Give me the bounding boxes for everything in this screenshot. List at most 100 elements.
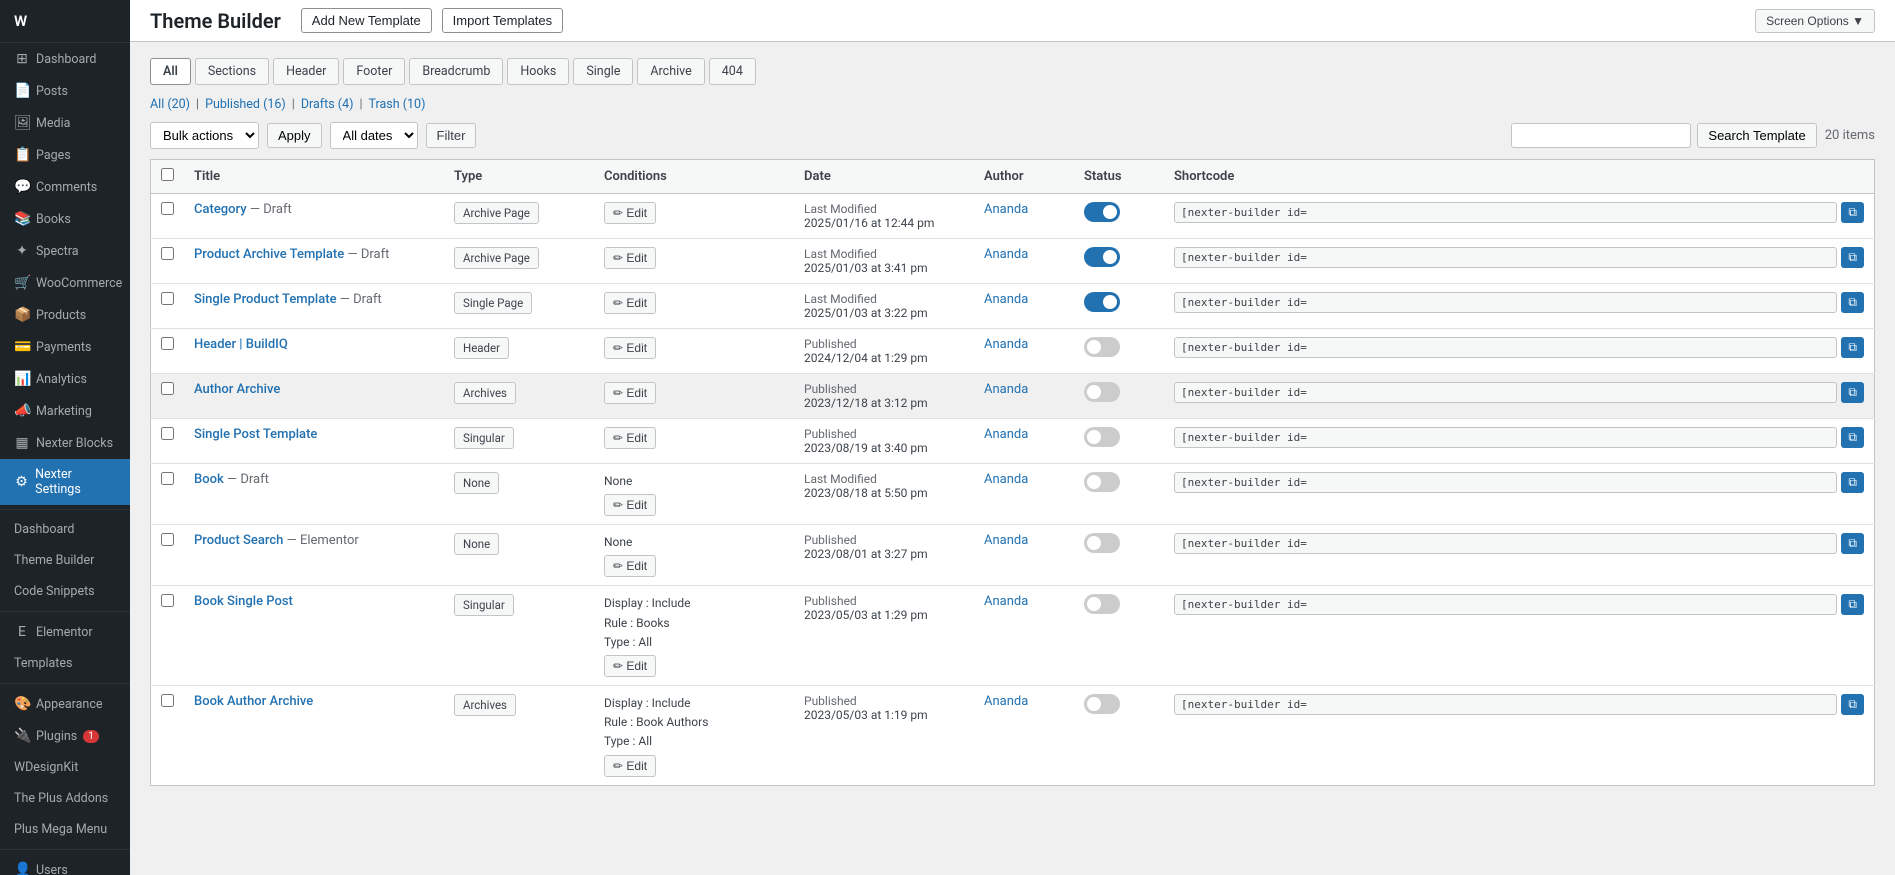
bulk-actions-select[interactable]: Bulk actions xyxy=(150,122,259,149)
author-link[interactable]: Ananda xyxy=(984,202,1028,217)
author-link[interactable]: Ananda xyxy=(984,337,1028,352)
tab-footer[interactable]: Footer xyxy=(343,58,405,85)
shortcode-copy-button[interactable]: ⧉ xyxy=(1841,694,1864,715)
status-toggle[interactable] xyxy=(1084,292,1120,312)
status-toggle[interactable] xyxy=(1084,247,1120,267)
select-all-checkbox[interactable] xyxy=(161,168,174,181)
shortcode-copy-button[interactable]: ⧉ xyxy=(1841,533,1864,554)
author-link[interactable]: Ananda xyxy=(984,594,1028,609)
row-checkbox[interactable] xyxy=(161,292,174,305)
shortcode-input[interactable] xyxy=(1174,427,1837,448)
sidebar-item-the-plus-addons[interactable]: The Plus Addons xyxy=(0,783,130,814)
template-title-link[interactable]: Book Author Archive xyxy=(194,694,313,709)
template-title-link[interactable]: Author Archive xyxy=(194,382,280,397)
tab-breadcrumb[interactable]: Breadcrumb xyxy=(409,58,503,85)
sidebar-item-comments[interactable]: 💬Comments xyxy=(0,171,130,203)
sidebar-item-users[interactable]: 👤Users xyxy=(0,854,130,875)
sidebar-item-books[interactable]: 📚Books xyxy=(0,203,130,235)
sidebar-item-nexter-blocks[interactable]: ▦Nexter Blocks xyxy=(0,427,130,459)
sidebar-item-pages[interactable]: 📋Pages xyxy=(0,139,130,171)
dates-select[interactable]: All dates xyxy=(330,122,418,149)
tab-header[interactable]: Header xyxy=(273,58,339,85)
row-checkbox[interactable] xyxy=(161,694,174,707)
template-title-link[interactable]: Single Post Template xyxy=(194,427,317,442)
status-toggle[interactable] xyxy=(1084,202,1120,222)
sidebar-item-products[interactable]: 📦Products xyxy=(0,299,130,331)
tab-all[interactable]: All xyxy=(150,58,191,85)
status-toggle[interactable] xyxy=(1084,533,1120,553)
sidebar-item-templates[interactable]: Templates xyxy=(0,648,130,679)
shortcode-copy-button[interactable]: ⧉ xyxy=(1841,382,1864,403)
sidebar-item-marketing[interactable]: 📣Marketing xyxy=(0,395,130,427)
tab-single[interactable]: Single xyxy=(573,58,633,85)
import-templates-button[interactable]: Import Templates xyxy=(442,8,563,33)
apply-button[interactable]: Apply xyxy=(267,123,322,148)
status-toggle[interactable] xyxy=(1084,427,1120,447)
tab-archive[interactable]: Archive xyxy=(637,58,704,85)
sidebar-item-dashboard2[interactable]: Dashboard xyxy=(0,514,130,545)
sidebar-item-woocommerce[interactable]: 🛒WooCommerce xyxy=(0,267,130,299)
shortcode-input[interactable] xyxy=(1174,472,1837,493)
status-toggle[interactable] xyxy=(1084,472,1120,492)
edit-button[interactable]: ✏ Edit xyxy=(604,382,656,404)
search-input[interactable] xyxy=(1511,123,1691,148)
sidebar-item-plus-mega-menu[interactable]: Plus Mega Menu xyxy=(0,814,130,845)
sidebar-item-wdesignkit[interactable]: WDesignKit xyxy=(0,752,130,783)
row-checkbox[interactable] xyxy=(161,247,174,260)
sidebar-item-plugins[interactable]: 🔌Plugins 1 xyxy=(0,720,130,752)
col-header-date[interactable]: Date xyxy=(794,160,974,194)
filter-button[interactable]: Filter xyxy=(426,123,477,148)
sidebar-item-spectra[interactable]: ✦Spectra xyxy=(0,235,130,267)
edit-button[interactable]: ✏ Edit xyxy=(604,494,656,516)
sidebar-item-posts[interactable]: 📄Posts xyxy=(0,75,130,107)
shortcode-copy-button[interactable]: ⧉ xyxy=(1841,427,1864,448)
sidebar-item-media[interactable]: 🖼Media xyxy=(0,107,130,139)
shortcode-input[interactable] xyxy=(1174,533,1837,554)
shortcode-copy-button[interactable]: ⧉ xyxy=(1841,247,1864,268)
sidebar-item-theme-builder[interactable]: Theme Builder xyxy=(0,545,130,576)
author-link[interactable]: Ananda xyxy=(984,472,1028,487)
edit-button[interactable]: ✏ Edit xyxy=(604,427,656,449)
shortcode-input[interactable] xyxy=(1174,247,1837,268)
template-title-link[interactable]: Product Archive Template xyxy=(194,247,344,262)
shortcode-copy-button[interactable]: ⧉ xyxy=(1841,472,1864,493)
row-checkbox[interactable] xyxy=(161,382,174,395)
sidebar-item-analytics[interactable]: 📊Analytics xyxy=(0,363,130,395)
template-title-link[interactable]: Product Search xyxy=(194,533,283,548)
edit-button[interactable]: ✏ Edit xyxy=(604,555,656,577)
author-link[interactable]: Ananda xyxy=(984,694,1028,709)
sidebar-item-payments[interactable]: 💳Payments xyxy=(0,331,130,363)
tab-404[interactable]: 404 xyxy=(709,58,756,85)
row-checkbox[interactable] xyxy=(161,337,174,350)
sidebar-item-appearance[interactable]: 🎨Appearance xyxy=(0,688,130,720)
row-checkbox[interactable] xyxy=(161,427,174,440)
edit-button[interactable]: ✏ Edit xyxy=(604,202,656,224)
row-checkbox[interactable] xyxy=(161,594,174,607)
col-header-title[interactable]: Title xyxy=(184,160,444,194)
shortcode-copy-button[interactable]: ⧉ xyxy=(1841,292,1864,313)
shortcode-input[interactable] xyxy=(1174,382,1837,403)
edit-button[interactable]: ✏ Edit xyxy=(604,755,656,777)
shortcode-input[interactable] xyxy=(1174,202,1837,223)
status-toggle[interactable] xyxy=(1084,594,1120,614)
shortcode-input[interactable] xyxy=(1174,337,1837,358)
shortcode-copy-button[interactable]: ⧉ xyxy=(1841,337,1864,358)
row-checkbox[interactable] xyxy=(161,472,174,485)
template-title-link[interactable]: Book xyxy=(194,472,224,487)
tab-hooks[interactable]: Hooks xyxy=(507,58,569,85)
shortcode-copy-button[interactable]: ⧉ xyxy=(1841,202,1864,223)
template-title-link[interactable]: Category xyxy=(194,202,247,217)
count-published[interactable]: Published (16) xyxy=(205,97,286,112)
author-link[interactable]: Ananda xyxy=(984,427,1028,442)
template-title-link[interactable]: Header | BuildIQ xyxy=(194,337,288,352)
status-toggle[interactable] xyxy=(1084,382,1120,402)
edit-button[interactable]: ✏ Edit xyxy=(604,337,656,359)
shortcode-input[interactable] xyxy=(1174,594,1837,615)
row-checkbox[interactable] xyxy=(161,533,174,546)
edit-button[interactable]: ✏ Edit xyxy=(604,655,656,677)
template-title-link[interactable]: Single Product Template xyxy=(194,292,337,307)
shortcode-input[interactable] xyxy=(1174,694,1837,715)
count-all[interactable]: All (20) xyxy=(150,97,190,112)
search-button[interactable]: Search Template xyxy=(1697,123,1816,148)
count-trash[interactable]: Trash (10) xyxy=(369,97,426,112)
